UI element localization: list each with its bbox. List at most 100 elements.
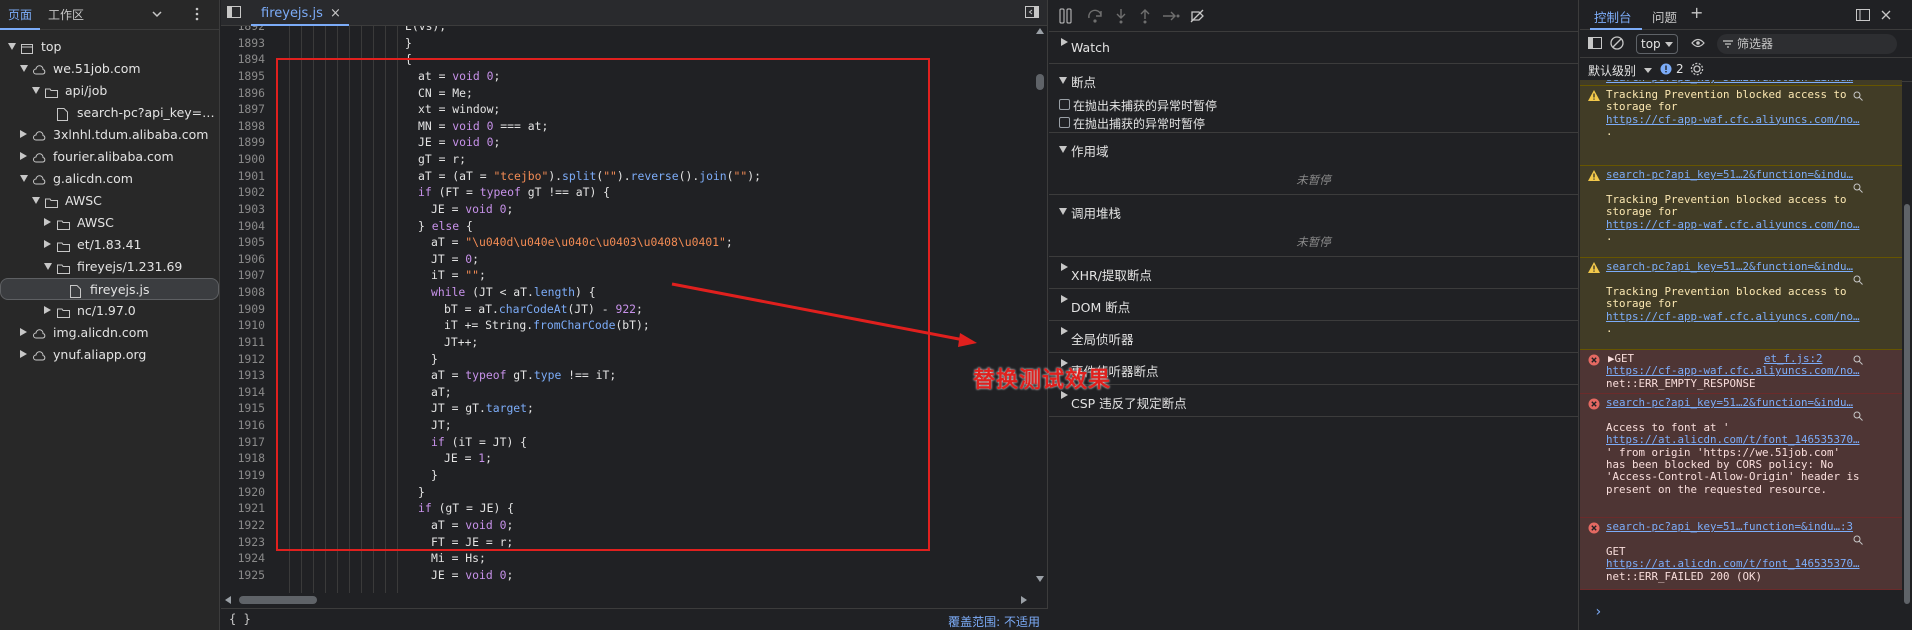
scope-section[interactable]: 作用域: [1049, 133, 1578, 165]
chevron-right-icon[interactable]: [44, 218, 51, 226]
line-number[interactable]: 1912: [221, 351, 265, 368]
call-stack-section[interactable]: 调用堆栈: [1049, 195, 1578, 227]
pretty-print-button[interactable]: { }: [229, 612, 251, 626]
scroll-right-icon[interactable]: [1021, 596, 1027, 604]
pause-icon[interactable]: [1059, 8, 1073, 27]
line-number[interactable]: 1916: [221, 417, 265, 434]
step-icon[interactable]: [1162, 8, 1180, 27]
scroll-up-icon[interactable]: [1036, 28, 1044, 34]
file-tab[interactable]: fireyejs.js ×: [251, 2, 349, 26]
line-number[interactable]: 1899: [221, 134, 265, 151]
console-error[interactable]: search-pc?api_key=51…2&function=&indu… Ac…: [1580, 394, 1902, 518]
line-number[interactable]: 1925: [221, 567, 265, 584]
line-number[interactable]: 1900: [221, 151, 265, 168]
console-error[interactable]: ▶GET https://cf-app-waf.cfc.aliyuncs.com/…: [1580, 350, 1902, 394]
log-level-select[interactable]: 默认级别: [1588, 62, 1636, 79]
dock-icon[interactable]: [1856, 9, 1870, 21]
chevron-down-icon[interactable]: [44, 263, 52, 270]
chevron-down-icon[interactable]: [32, 197, 40, 204]
scrollbar-thumb[interactable]: [1036, 74, 1044, 90]
scrollbar-thumb[interactable]: [1904, 204, 1910, 604]
message-link[interactable]: search-pc?api_key=51…2&function=&indu…: [1606, 260, 1853, 274]
csp-breakpoints-section[interactable]: CSP 违反了规定断点: [1049, 385, 1578, 417]
line-number[interactable]: 1920: [221, 484, 265, 501]
chevron-down-icon[interactable]: [32, 87, 40, 94]
line-number[interactable]: 1913: [221, 367, 265, 384]
chevron-down-icon[interactable]: [20, 175, 28, 182]
tree-item[interactable]: fireyejs/1.231.69: [0, 256, 219, 278]
tree-item[interactable]: api/job: [0, 80, 219, 102]
message-link[interactable]: https://at.alicdn.com/t/font_146535370…: [1606, 434, 1860, 447]
coverage-status[interactable]: 覆盖范围: 不适用: [948, 613, 1040, 630]
line-number[interactable]: 1921: [221, 500, 265, 517]
console-prompt[interactable]: ›: [1594, 604, 1602, 620]
close-icon[interactable]: ×: [330, 2, 341, 26]
tree-item[interactable]: AWSC: [0, 212, 219, 234]
horizontal-scrollbar[interactable]: [221, 593, 1048, 607]
add-tab-icon[interactable]: +: [1690, 3, 1703, 22]
dom-breakpoints-section[interactable]: DOM 断点: [1049, 289, 1578, 321]
message-link[interactable]: search-pc?api_key=51…2&function=&indu…: [1606, 168, 1853, 182]
line-number[interactable]: 1911: [221, 334, 265, 351]
gear-icon[interactable]: [1690, 62, 1704, 76]
tab-workspace[interactable]: 工作区: [40, 0, 92, 30]
message-link[interactable]: search-pc?api_key=51…2&function=&indu…: [1606, 80, 1853, 85]
line-number[interactable]: 1917: [221, 434, 265, 451]
line-number[interactable]: 1919: [221, 467, 265, 484]
message-link[interactable]: https://cf-app-waf.cfc.aliyuncs.com/no…: [1606, 218, 1860, 232]
line-number[interactable]: 1910: [221, 317, 265, 334]
message-link[interactable]: search-pc?api_key=51…function=&indu…:3: [1606, 520, 1853, 534]
filter-input[interactable]: 筛选器: [1717, 34, 1897, 54]
line-number[interactable]: 1895: [221, 68, 265, 85]
console-scrollbar[interactable]: [1902, 84, 1912, 604]
pause-caught-checkbox[interactable]: [1059, 117, 1070, 128]
chevron-right-icon[interactable]: [20, 130, 27, 138]
line-number[interactable]: 1896: [221, 85, 265, 102]
search-icon[interactable]: [1853, 90, 1863, 101]
line-number[interactable]: 1915: [221, 400, 265, 417]
vertical-scrollbar[interactable]: [1033, 26, 1047, 593]
xhr-breakpoints-section[interactable]: XHR/提取断点: [1049, 257, 1578, 289]
context-select[interactable]: top: [1636, 34, 1678, 54]
tree-item[interactable]: fireyejs.js: [0, 278, 219, 300]
line-number[interactable]: 1898: [221, 118, 265, 135]
line-number[interactable]: 1923: [221, 534, 265, 551]
toggle-navigator-icon[interactable]: [227, 6, 241, 18]
line-number[interactable]: 1906: [221, 251, 265, 268]
tree-item[interactable]: top: [0, 36, 219, 58]
issues-count[interactable]: 2: [1676, 62, 1684, 76]
line-number[interactable]: 1922: [221, 517, 265, 534]
tree-item[interactable]: search-pc?api_key=…: [0, 102, 219, 124]
line-number[interactable]: 1908: [221, 284, 265, 301]
tree-item[interactable]: 3xlnhl.tdum.alibaba.com: [0, 124, 219, 146]
message-link[interactable]: https://at.alicdn.com/t/font_146535370…: [1606, 558, 1860, 571]
close-drawer-icon[interactable]: [1880, 9, 1892, 21]
issues-icon[interactable]: [1660, 63, 1672, 75]
line-number[interactable]: 1907: [221, 267, 265, 284]
search-icon[interactable]: [1853, 274, 1863, 285]
line-number[interactable]: 1893: [221, 35, 265, 52]
scroll-down-icon[interactable]: [1036, 576, 1044, 582]
tab-console[interactable]: 控制台: [1594, 7, 1632, 26]
tree-item[interactable]: g.alicdn.com: [0, 168, 219, 190]
tab-page[interactable]: 页面: [0, 0, 41, 30]
tree-item[interactable]: nc/1.97.0: [0, 300, 219, 322]
message-link[interactable]: search-pc?api_key=51…2&function=&indu…: [1606, 396, 1853, 410]
line-number[interactable]: 1903: [221, 201, 265, 218]
sidebar-toggle-icon[interactable]: [1588, 37, 1602, 49]
line-number[interactable]: 1918: [221, 450, 265, 467]
line-number[interactable]: 1905: [221, 234, 265, 251]
toggle-debugger-icon[interactable]: [1025, 6, 1039, 18]
chevron-down-icon[interactable]: [1644, 68, 1652, 73]
line-number[interactable]: 1901: [221, 168, 265, 185]
console-warning[interactable]: search-pc?api_key=51…2&function=&indu… Tr…: [1580, 258, 1902, 350]
console-warning[interactable]: search-pc?api_key=51…2&function=&indu… Tr…: [1580, 166, 1902, 258]
search-icon[interactable]: [1853, 534, 1863, 545]
tab-issues[interactable]: 问题: [1652, 7, 1677, 26]
message-link[interactable]: https://cf-app-waf.cfc.aliyuncs.com/no…: [1606, 113, 1860, 127]
line-number[interactable]: 1904: [221, 218, 265, 235]
step-into-icon[interactable]: [1113, 8, 1129, 27]
chevron-down-icon[interactable]: [20, 65, 28, 72]
line-number[interactable]: 1902: [221, 184, 265, 201]
line-number[interactable]: 1909: [221, 301, 265, 318]
